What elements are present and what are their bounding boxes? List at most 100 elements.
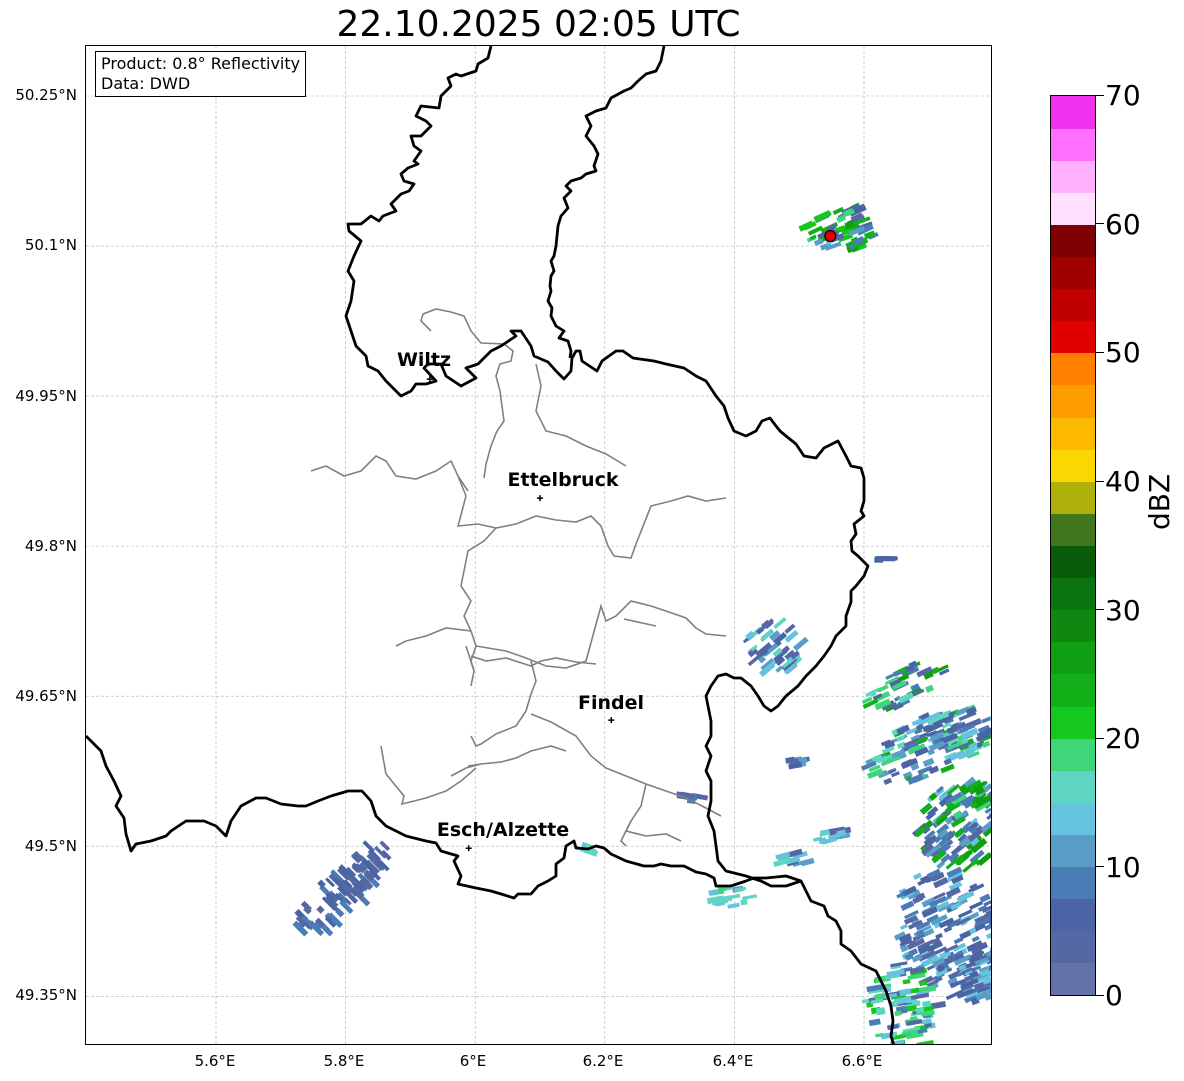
colorbar-segment xyxy=(1051,481,1095,514)
echo-cluster xyxy=(773,848,815,868)
colorbar-segment xyxy=(1051,641,1095,675)
colorbar-segment xyxy=(1051,417,1095,450)
colorbar-unit-label: dBZ xyxy=(1143,473,1176,530)
lat-tick-label: 50.1°N xyxy=(24,236,77,254)
lon-tick-label: 5.8°E xyxy=(323,1052,365,1070)
colorbar-segment xyxy=(1051,898,1095,932)
echo-cluster xyxy=(874,556,898,563)
canton-line xyxy=(450,763,482,777)
echo-pixel xyxy=(773,616,787,630)
colorbar-segment xyxy=(1051,545,1095,579)
colorbar-tick-mark xyxy=(1096,737,1104,739)
canton-line xyxy=(530,713,722,817)
canton-line xyxy=(380,745,387,775)
echo-pixel xyxy=(316,905,325,914)
lat-tick-label: 49.8°N xyxy=(24,537,77,555)
data-source-label: Data: DWD xyxy=(101,74,191,93)
luxembourg-border xyxy=(344,46,895,1044)
echo-pixel xyxy=(899,923,909,931)
canton-line xyxy=(620,820,632,847)
echo-pixel xyxy=(792,636,809,652)
colorbar-segment xyxy=(1051,577,1095,611)
lon-tick-label: 6.6°E xyxy=(841,1052,883,1070)
echo-pixel xyxy=(922,757,935,767)
colorbar-segment xyxy=(1051,866,1095,900)
colorbar-segment xyxy=(1051,288,1095,322)
map-title: 22.10.2025 02:05 UTC xyxy=(336,4,741,45)
canton-line xyxy=(460,527,497,687)
lon-tick-label: 6.4°E xyxy=(712,1052,754,1070)
product-label: Product: 0.8° Reflectivity xyxy=(101,54,301,73)
colorbar-tick-label: 0 xyxy=(1105,979,1123,1012)
echo-pixel xyxy=(916,1040,935,1044)
lon-tick-label: 5.6°E xyxy=(194,1052,236,1070)
colorbar-segment xyxy=(1051,513,1095,546)
colorbar-tick-label: 10 xyxy=(1105,851,1141,884)
echo-pixel xyxy=(900,900,915,911)
echo-pixel xyxy=(321,924,334,937)
echo-pixel xyxy=(877,684,889,693)
echo-pixel xyxy=(775,665,784,673)
echo-pixel xyxy=(740,899,748,906)
colorbar-segment xyxy=(1051,160,1095,193)
colorbar xyxy=(1050,95,1096,996)
canton-line xyxy=(600,495,727,559)
colorbar-tick-mark xyxy=(1096,995,1104,996)
colorbar-segment xyxy=(1051,96,1095,129)
lon-tick-label: 6°E xyxy=(459,1052,487,1070)
lat-tick-label: 50.25°N xyxy=(15,86,77,104)
echo-pixel xyxy=(813,209,832,223)
colorbar-segment xyxy=(1051,449,1095,482)
colorbar-tick-label: 30 xyxy=(1105,594,1141,627)
colorbar-segment xyxy=(1051,609,1095,643)
colorbar-tick-mark xyxy=(1096,352,1104,353)
city-label-wiltz: Wiltz xyxy=(396,349,452,371)
echo-pixel xyxy=(727,902,740,909)
canton-line xyxy=(310,455,469,492)
echo-pixel xyxy=(880,556,896,562)
lat-tick-label: 49.95°N xyxy=(15,387,77,405)
canton-line xyxy=(475,600,727,669)
map-area[interactable] xyxy=(85,45,992,1045)
colorbar-segment xyxy=(1051,224,1095,258)
echo-pixel xyxy=(894,1010,902,1017)
colorbar-segment xyxy=(1051,352,1095,386)
canton-line xyxy=(420,308,514,479)
germany-belgium-border xyxy=(546,46,666,359)
colorbar-segment xyxy=(1051,384,1095,418)
echo-cluster xyxy=(785,756,810,770)
city-label-findel: Findel xyxy=(577,692,645,714)
echo-pixel xyxy=(868,1018,881,1027)
colorbar-segment xyxy=(1051,256,1095,290)
colorbar-tick-label: 60 xyxy=(1105,208,1141,241)
canton-line xyxy=(385,767,477,806)
colorbar-tick-label: 40 xyxy=(1105,465,1141,498)
colorbar-tick-mark xyxy=(1096,480,1104,482)
colorbar-tick-mark xyxy=(1096,866,1104,868)
radar-site-marker[interactable] xyxy=(824,229,837,243)
echo-pixel xyxy=(742,894,758,901)
echo-pixel xyxy=(362,840,376,853)
lat-tick-label: 49.35°N xyxy=(15,986,77,1004)
canton-boundaries xyxy=(310,308,727,847)
colorbar-segment xyxy=(1051,706,1095,739)
colorbar-segment xyxy=(1051,930,1095,964)
city-label-esch-alzette: Esch/Alzette xyxy=(436,819,570,841)
canton-line xyxy=(465,645,475,672)
echo-pixel xyxy=(990,815,991,826)
city-label-ettelbruck: Ettelbruck xyxy=(507,469,619,491)
city-marker xyxy=(537,495,543,502)
gridlines xyxy=(86,46,991,1044)
lon-tick-label: 6.2°E xyxy=(582,1052,624,1070)
product-info-box: Product: 0.8° Reflectivity Data: DWD xyxy=(95,51,307,97)
colorbar-tick-mark xyxy=(1096,94,1104,96)
colorbar-segment xyxy=(1051,834,1095,868)
echo-cluster xyxy=(861,660,950,713)
canton-line xyxy=(467,745,567,767)
echo-pixel xyxy=(883,777,893,785)
france-belgium-border xyxy=(86,735,332,853)
colorbar-segment xyxy=(1051,673,1095,707)
map-canvas xyxy=(86,46,991,1044)
canton-line xyxy=(395,627,472,647)
canton-line xyxy=(535,363,627,467)
